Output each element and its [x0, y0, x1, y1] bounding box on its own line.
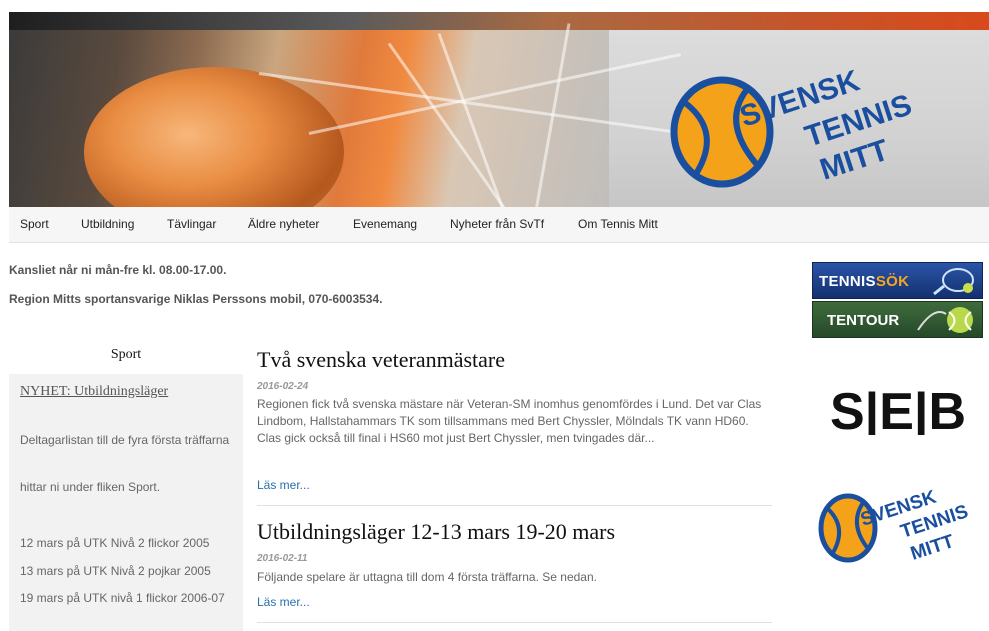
seb-logo[interactable]: S|E|B: [820, 383, 977, 435]
nav-item-om-tennis-mitt[interactable]: Om Tennis Mitt: [578, 217, 658, 231]
nav-item-aldre-nyheter[interactable]: Äldre nyheter: [248, 217, 319, 231]
sidebar-text: Deltagarlistan till de fyra första träff…: [20, 433, 230, 447]
read-more-link[interactable]: Läs mer...: [257, 595, 310, 609]
sidebar-text: 19 mars på UTK nivå 1 flickor 2006-07: [20, 591, 225, 605]
article-title[interactable]: Utbildningsläger 12-13 mars 19-20 mars: [257, 519, 615, 545]
nav-item-evenemang[interactable]: Evenemang: [353, 217, 417, 231]
nav-item-utbildning[interactable]: Utbildning: [81, 217, 134, 231]
sport-contact-text: Region Mitts sportansvarige Niklas Perss…: [9, 292, 383, 306]
tentour-banner[interactable]: TENTOUR: [812, 301, 983, 338]
read-more-link[interactable]: Läs mer...: [257, 478, 310, 492]
header-banner: SVENSK TENNIS MITT: [9, 12, 989, 207]
tentour-label: TENTOUR: [827, 312, 900, 329]
article-title[interactable]: Två svenska veteranmästare: [257, 347, 505, 373]
svg-text:S|E|B: S|E|B: [830, 383, 966, 435]
sport-sidebar: Sport NYHET: Utbildningsläger Deltagarli…: [9, 340, 243, 631]
tennis-ball-icon: [917, 307, 973, 333]
article-summary: Följande spelare är uttagna till dom 4 f…: [257, 570, 597, 584]
sidebar-text: 13 mars på UTK Nivå 2 pojkar 2005: [20, 564, 211, 578]
nav-item-sport[interactable]: Sport: [20, 217, 49, 231]
tennissok-label-accent: SÖK: [875, 273, 910, 290]
svensk-tennis-mitt-logo: SVENSK TENNIS MITT: [670, 64, 916, 188]
nav-item-nyheter-fran-svtf[interactable]: Nyheter från SvTf: [450, 217, 544, 231]
article-divider: [257, 622, 772, 623]
sidebar-panel: NYHET: Utbildningsläger Deltagarlistan t…: [9, 374, 243, 631]
article-date: 2016-02-11: [257, 553, 308, 564]
racket-icon: [933, 268, 974, 296]
office-hours-text: Kansliet når ni mån-fre kl. 08.00-17.00.: [9, 263, 227, 277]
article-date: 2016-02-24: [257, 381, 309, 392]
main-navigation: Sport Utbildning Tävlingar Äldre nyheter…: [9, 207, 989, 243]
sidebar-title: Sport: [110, 347, 142, 362]
sidebar-news-link[interactable]: NYHET: Utbildningsläger: [20, 384, 168, 400]
tennissok-banner[interactable]: TENNISSÖK: [812, 262, 983, 299]
banner-top-strip: [9, 12, 989, 30]
sidebar-text: 12 mars på UTK Nivå 2 flickor 2005: [20, 536, 210, 550]
nav-item-tavlingar[interactable]: Tävlingar: [167, 217, 216, 231]
article-divider: [257, 505, 772, 506]
article-summary: Regionen fick två svenska mästare när Ve…: [257, 397, 762, 445]
svensk-tennis-mitt-small-logo[interactable]: SVENSK TENNIS MITT: [815, 478, 980, 573]
tennissok-label: TENNIS: [819, 273, 876, 290]
sidebar-text: hittar ni under fliken Sport.: [20, 480, 161, 494]
